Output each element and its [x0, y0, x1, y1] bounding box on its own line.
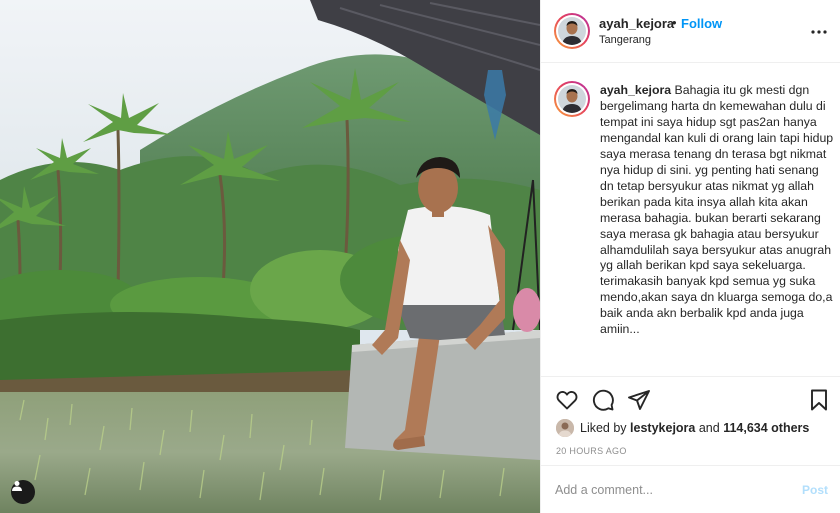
comment-icon[interactable] [591, 388, 615, 412]
liker-username[interactable]: lestykejora [630, 421, 695, 435]
likes-connector: and [698, 421, 720, 435]
caption-body: Bahagia itu gk mesti dgn bergelimang har… [600, 83, 834, 337]
photo-scene [0, 0, 540, 513]
liker-avatar[interactable] [556, 419, 574, 437]
likes-others-link[interactable]: 114,634 others [723, 421, 809, 435]
post-actions: Liked by lestykejora and 114,634 others … [541, 376, 840, 464]
post-timestamp[interactable]: 20 HOURS AGO [556, 446, 627, 456]
caption-username[interactable]: ayah_kejora [600, 83, 671, 97]
user-tag-button[interactable] [11, 480, 35, 504]
post-photo[interactable] [0, 0, 540, 513]
caption-text-block: ayah_kejora Bahagia itu gk mesti dgn ber… [600, 83, 834, 338]
post-comment-button[interactable]: Post [802, 483, 828, 497]
liker-avatar-photo [556, 419, 574, 437]
location-link[interactable]: Tangerang [599, 34, 651, 46]
post-details-panel: ayah_kejora • Follow Tangerang ayah_kejo… [540, 0, 840, 513]
likes-prefix: Liked by [580, 421, 627, 435]
avatar-photo [558, 17, 586, 45]
caption-section: ayah_kejora Bahagia itu gk mesti dgn ber… [541, 64, 840, 376]
more-options-icon[interactable] [809, 22, 829, 42]
post-header: ayah_kejora • Follow Tangerang [541, 0, 840, 63]
comment-bar: Post [541, 465, 840, 513]
caption-avatar[interactable] [554, 81, 590, 117]
follow-button[interactable]: Follow [681, 16, 722, 31]
send-icon[interactable] [627, 388, 651, 412]
avatar[interactable] [554, 13, 590, 49]
bookmark-icon[interactable] [807, 388, 831, 412]
comment-input[interactable] [555, 479, 785, 501]
heart-icon[interactable] [555, 388, 579, 412]
likes-summary: Liked by lestykejora and 114,634 others [556, 419, 809, 437]
header-username[interactable]: ayah_kejora [599, 16, 674, 31]
separator-dot: • [672, 15, 677, 30]
user-tag-icon [12, 481, 22, 491]
avatar-photo [558, 85, 586, 113]
instagram-post: ayah_kejora • Follow Tangerang ayah_kejo… [0, 0, 840, 513]
